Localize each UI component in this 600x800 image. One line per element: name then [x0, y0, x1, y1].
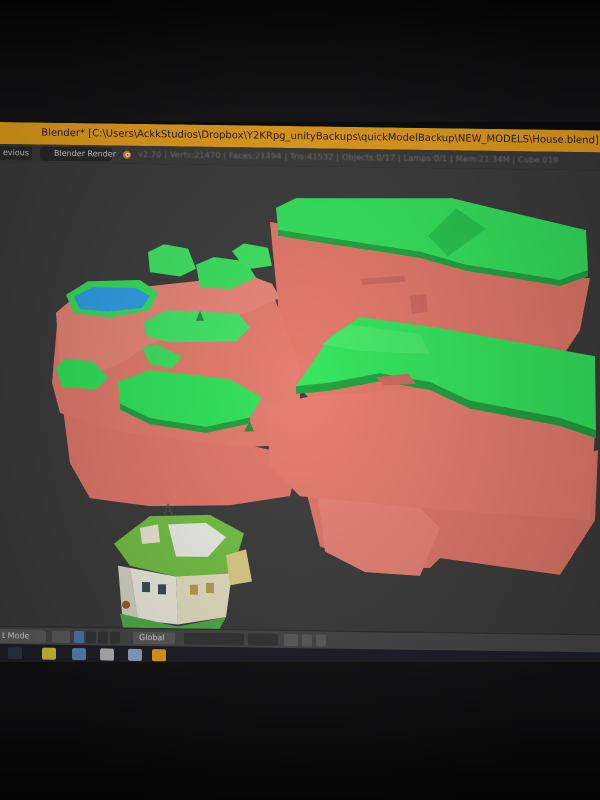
previous-screen-button[interactable]: evious: [0, 146, 33, 161]
grass-pad-mid: [144, 310, 250, 343]
3d-viewport[interactable]: [0, 162, 600, 635]
grass-pad-top-1: [148, 244, 196, 277]
house-stairs: [226, 549, 252, 586]
scale-manipulator-icon[interactable]: [110, 631, 120, 644]
scene-render: [52, 198, 598, 635]
house-window-1: [142, 581, 150, 593]
layer-icons[interactable]: [184, 632, 244, 646]
cliff-notch-2: [410, 293, 428, 314]
house-window-3: [190, 584, 198, 595]
pivot-icon[interactable]: [52, 630, 70, 643]
render-icon[interactable]: [316, 634, 326, 647]
house-window-2: [158, 584, 166, 595]
app-taskbar-icon[interactable]: [72, 648, 86, 661]
blender-taskbar-icon[interactable]: [152, 649, 166, 662]
manipulator-toggle-icon[interactable]: [74, 631, 84, 644]
explorer-taskbar-icon[interactable]: [42, 647, 56, 660]
viewport-shading-icon[interactable]: [32, 630, 46, 643]
house-model: [114, 502, 252, 635]
snap-target-icon[interactable]: [302, 634, 312, 647]
chrome-taskbar-icon[interactable]: [100, 648, 114, 661]
start-icon[interactable]: [8, 647, 22, 660]
rotate-manipulator-icon[interactable]: [98, 631, 108, 644]
render-engine-select[interactable]: Blender Render: [40, 146, 116, 162]
layer-icons-2[interactable]: [248, 633, 278, 646]
monitor-bezel-bottom: [0, 662, 600, 800]
snap-icon[interactable]: [284, 633, 298, 647]
house-wall-right: [176, 573, 232, 625]
translate-manipulator-icon[interactable]: [86, 631, 96, 644]
house-window-4: [206, 582, 214, 593]
transform-orientation-select[interactable]: Global: [133, 631, 175, 645]
blender-screen: Blender* [C:\Users\AckkStudios\Dropbox\Y…: [0, 122, 600, 671]
app-taskbar-icon-2[interactable]: [128, 648, 142, 661]
blender-logo-icon: [123, 150, 131, 159]
monitor-bezel-top: [0, 0, 600, 122]
